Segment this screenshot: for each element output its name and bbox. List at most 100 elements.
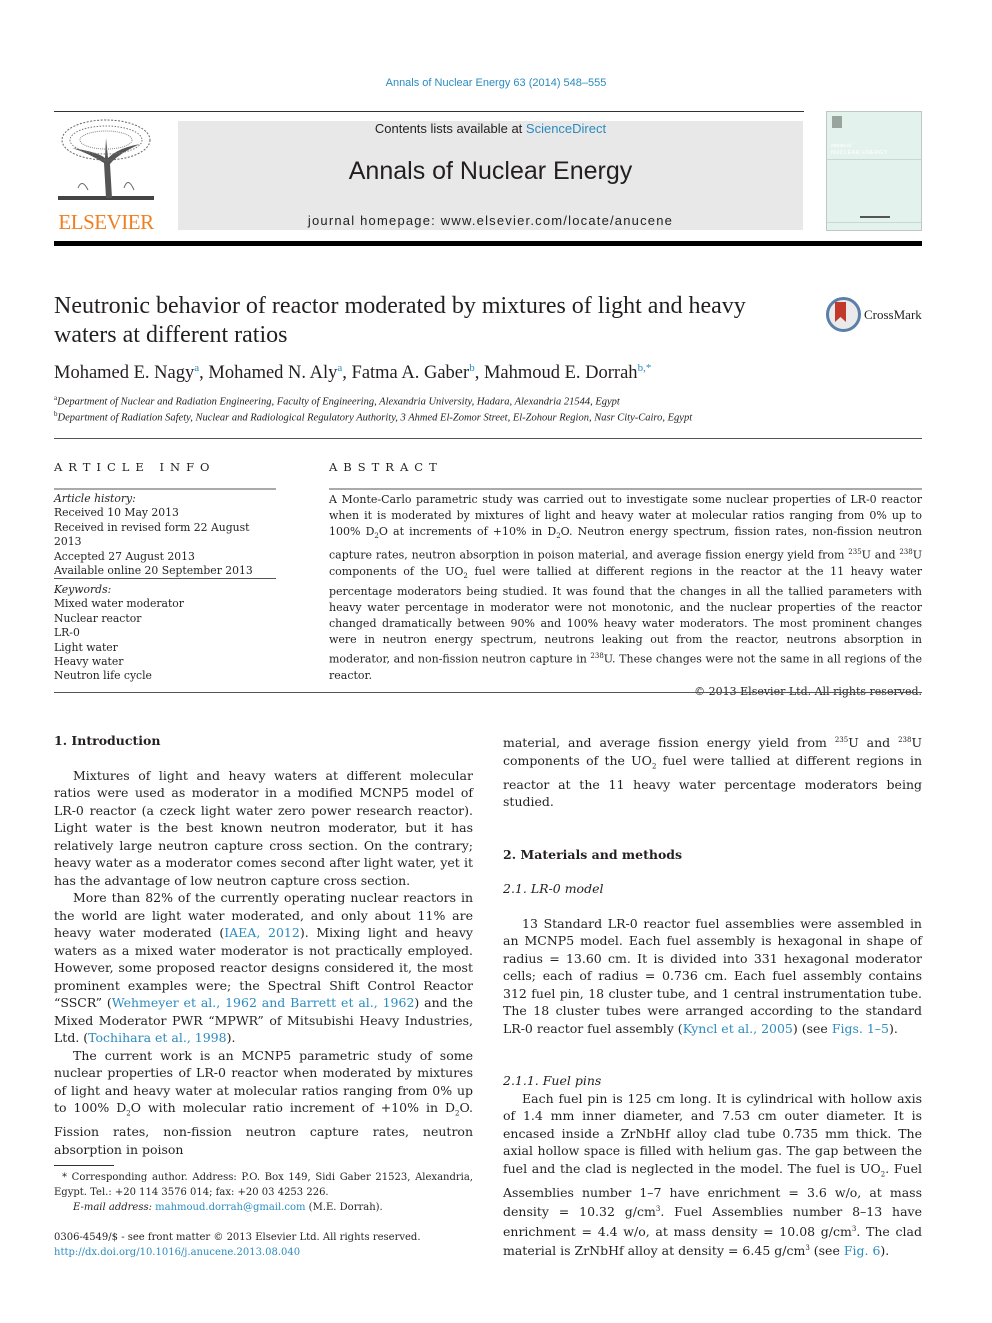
history-label: Article history:	[54, 492, 136, 505]
keyword: Heavy water	[54, 655, 124, 669]
front-matter: 0306-4549/$ - see front matter © 2013 El…	[54, 1230, 473, 1260]
author-list: Mohamed E. Nagya, Mohamed N. Alya, Fatma…	[54, 362, 652, 384]
footnote-rule	[54, 1165, 114, 1166]
doi-link[interactable]: http://dx.doi.org/10.1016/j.anucene.2013…	[54, 1245, 473, 1260]
footnote: * Corresponding author. Address: P.O. Bo…	[54, 1170, 473, 1215]
citation-link[interactable]: IAEA, 2012	[224, 925, 300, 940]
subsection-heading: 2.1. LR-0 model	[503, 881, 604, 897]
author-name[interactable]: Mohamed E. Nagy	[54, 363, 194, 383]
email-suffix: (M.E. Dorrah).	[305, 1202, 383, 1213]
keywords-label: Keywords:	[54, 583, 112, 596]
elsevier-tree-icon	[58, 119, 154, 200]
article-info-heading: ARTICLE INFO	[54, 460, 216, 474]
keyword: Neutron life cycle	[54, 669, 152, 683]
elsevier-logo[interactable]: ELSEVIER	[54, 118, 158, 234]
paragraph: Mixtures of light and heavy waters at di…	[54, 767, 473, 888]
text-segment: ).	[889, 1020, 898, 1036]
subsubsection-heading: 2.1.1. Fuel pins	[503, 1073, 602, 1089]
article-title: Neutronic behavior of reactor moderated …	[54, 293, 746, 348]
journal-banner: Contents lists available at ScienceDirec…	[178, 121, 803, 230]
journal-cover-thumbnail[interactable]: annals of NUCLEAR ENERGY	[826, 111, 922, 231]
cover-text-1: annals of	[831, 143, 852, 149]
journal-reference-link[interactable]: Annals of Nuclear Energy 63 (2014) 548–5…	[0, 77, 992, 89]
superscript: 238	[898, 736, 912, 744]
elsevier-wordmark: ELSEVIER	[58, 210, 154, 234]
section-rule	[54, 438, 922, 439]
author-name[interactable]: Mahmoud E. Dorrah	[484, 363, 638, 383]
email-link[interactable]: mahmoud.dorrah@gmail.com	[155, 1202, 305, 1213]
email-line: E-mail address: mahmoud.dorrah@gmail.com…	[54, 1200, 473, 1215]
header-rule	[54, 111, 804, 112]
crossmark-label: CrossMark	[864, 307, 922, 322]
cover-logo-icon	[832, 116, 842, 128]
email-label: E-mail address:	[73, 1202, 156, 1213]
affiliation-text: Department of Radiation Safety, Nuclear …	[57, 412, 693, 424]
crossmark-button[interactable]: CrossMark	[826, 297, 926, 333]
author-name[interactable]: Fatma A. Gaber	[352, 363, 470, 383]
text-segment: U and	[848, 735, 899, 751]
journal-homepage[interactable]: journal homepage: www.elsevier.com/locat…	[178, 213, 803, 228]
author-name[interactable]: Mohamed N. Aly	[208, 363, 337, 383]
history-item: Received 10 May 2013	[54, 506, 179, 520]
history-item: Available online 20 September 2013	[54, 564, 253, 578]
text-segment: ).	[226, 1030, 236, 1045]
affiliation: bDepartment of Radiation Safety, Nuclear…	[54, 410, 692, 424]
keyword: Light water	[54, 640, 118, 654]
journal-title: Annals of Nuclear Energy	[348, 157, 633, 185]
keyword: Nuclear reactor	[54, 611, 142, 625]
contents-available: Contents lists available at ScienceDirec…	[178, 121, 803, 136]
figure-link[interactable]: Fig. 6	[844, 1244, 881, 1259]
body-column-left: 1. Introduction Mixtures of light and he…	[54, 732, 473, 1158]
keywords-rule	[54, 578, 276, 579]
body-column-right: material, and average fission energy yie…	[503, 732, 922, 1260]
author-affil-mark[interactable]: a	[337, 362, 342, 374]
superscript: 235	[834, 736, 849, 744]
superscript: 235	[848, 548, 862, 557]
article-info-rule	[54, 488, 276, 490]
abstract-segment: O at increments of +10% in D	[378, 525, 557, 538]
section-heading-methods: 2. Materials and methods	[503, 846, 683, 862]
abstract-segment: U and	[861, 548, 900, 562]
citation-link[interactable]: Wehmeyer et al., 1962 and Barrett et al.…	[112, 995, 415, 1010]
affiliation: aDepartment of Nuclear and Radiation Eng…	[54, 394, 620, 408]
abstract-rule	[329, 488, 922, 490]
keywords: Keywords: Mixed water moderator Nuclear …	[54, 583, 276, 684]
contents-prefix: Contents lists available at	[374, 121, 526, 136]
author-affil-mark[interactable]: a	[194, 362, 199, 374]
text-segment: O with molecular ratio increment of +10%…	[130, 1100, 456, 1115]
affiliation-text: Department of Nuclear and Radiation Engi…	[57, 396, 620, 408]
paragraph: Each fuel pin is 125 cm long. It is cyli…	[503, 1090, 922, 1260]
paragraph: material, and average fission energy yie…	[503, 732, 922, 811]
citation-link[interactable]: Tochihara et al., 1998	[88, 1030, 226, 1045]
cover-bar	[860, 216, 890, 218]
abstract-segment: fuel were tallied at different regions i…	[329, 564, 923, 666]
paragraph: The current work is an MCNP5 parametric …	[54, 1047, 473, 1159]
front-matter-text: 0306-4549/$ - see front matter © 2013 El…	[54, 1232, 421, 1243]
corresponding-author-note: * Corresponding author. Address: P.O. Bo…	[54, 1172, 473, 1198]
citation-link[interactable]: Kyncl et al., 2005	[683, 1021, 793, 1036]
author-affil-mark[interactable]: b	[469, 362, 475, 374]
text-segment: 13 Standard LR-0 reactor fuel assemblies…	[503, 915, 922, 1036]
section-heading-introduction: 1. Introduction	[54, 733, 161, 748]
text-segment: material, and average fission energy yie…	[503, 735, 835, 751]
cover-text-2: NUCLEAR ENERGY	[831, 150, 888, 156]
text-segment: ) (see	[792, 1020, 832, 1036]
paragraph: More than 82% of the currently operating…	[54, 889, 473, 1047]
keyword: LR-0	[54, 626, 80, 640]
figure-link[interactable]: Figs. 1–5	[832, 1021, 889, 1036]
history-item: Accepted 27 August 2013	[54, 549, 195, 563]
cover-divider	[827, 222, 921, 223]
superscript: 238	[590, 652, 604, 661]
article-history: Article history: Received 10 May 2013 Re…	[54, 492, 276, 578]
history-item: Received in revised form 22 August 2013	[54, 520, 250, 549]
sciencedirect-link[interactable]: ScienceDirect	[526, 121, 606, 136]
paragraph: 13 Standard LR-0 reactor fuel assemblies…	[503, 915, 922, 1038]
superscript: 238	[899, 548, 913, 557]
abstract-heading: ABSTRACT	[329, 460, 443, 474]
cover-divider	[827, 159, 921, 160]
header-thick-rule	[54, 241, 922, 246]
author-affil-mark[interactable]: b,*	[638, 362, 652, 374]
body-rule	[54, 692, 922, 693]
text-segment: ).	[880, 1243, 890, 1259]
text-segment: (see	[809, 1243, 844, 1259]
